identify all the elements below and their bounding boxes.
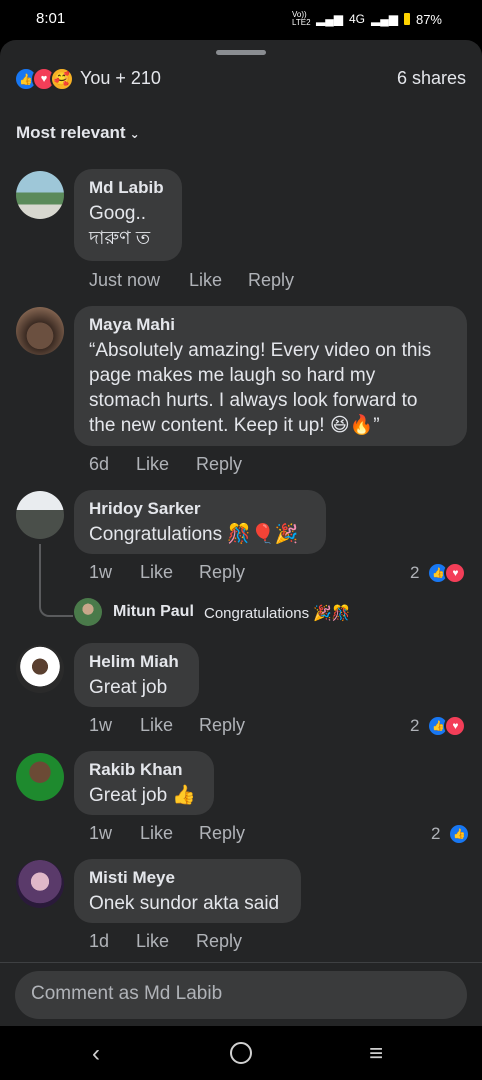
comment-time: 1w: [89, 562, 113, 582]
reaction-count: 2: [431, 824, 441, 843]
sort-label: Most relevant: [16, 123, 126, 142]
comment-input[interactable]: Comment as Md Labib: [15, 971, 467, 1019]
comment-author[interactable]: Md Labib: [89, 177, 167, 199]
comment-time: 6d: [89, 454, 110, 474]
reply-button[interactable]: Reply: [199, 562, 245, 583]
comment-text: Great job 👍: [89, 785, 197, 806]
network-label: 4G: [348, 12, 365, 26]
like-button[interactable]: Like: [140, 562, 173, 583]
comment-author[interactable]: Misti Meye: [89, 867, 286, 889]
shares-count[interactable]: 6 shares: [397, 68, 466, 89]
reply-button[interactable]: Reply: [196, 931, 242, 952]
comment-time: 1w: [89, 823, 113, 843]
comment-text: stomach hurts. I always look forward to: [89, 390, 418, 411]
reply-button[interactable]: Reply: [248, 270, 294, 291]
comment-author[interactable]: Maya Mahi: [89, 314, 452, 336]
status-bar: 8:01 Vo)) LTE2 ▂▄▆ 4G ▂▄▆ 87%: [0, 0, 482, 40]
reaction-count: 2: [410, 716, 420, 735]
reactions-summary[interactable]: You + 210: [80, 68, 161, 89]
comment-time: Just now: [89, 270, 161, 290]
comments-sheet: 👍 ♥ 🥰 You + 210 6 shares Most relevant ⌄ …: [0, 40, 482, 1026]
comment-author[interactable]: Helim Miah: [89, 651, 184, 673]
chevron-down-icon: ⌄: [129, 127, 140, 141]
comment-bubble[interactable]: Maya Mahi “Absolutely amazing! Every vid…: [74, 306, 467, 446]
home-icon[interactable]: [230, 1042, 252, 1064]
reaction-icons[interactable]: 👍 ♥ 🥰: [14, 67, 74, 91]
comment-text: the new content. Keep it up! 😆🔥”: [89, 415, 380, 436]
reply-button[interactable]: Reply: [199, 715, 245, 736]
system-nav-bar: ‹ ≡: [0, 1026, 482, 1080]
avatar[interactable]: [16, 171, 64, 219]
comment-text: page makes me laugh so hard my: [89, 365, 376, 386]
comment-reaction-count[interactable]: 2 👍: [431, 823, 471, 845]
reply-author[interactable]: Mitun Paul: [113, 603, 194, 621]
comment-reaction-count[interactable]: 2 👍 ♥: [410, 562, 467, 584]
comment-input-placeholder: Comment as Md Labib: [31, 983, 223, 1004]
avatar[interactable]: [16, 753, 64, 801]
comment-time: 1w: [89, 715, 113, 735]
avatar[interactable]: [16, 645, 64, 693]
like-icon: 👍: [448, 823, 471, 845]
reply-thread-line: [39, 544, 73, 617]
signal-icon: ▂▄▆: [316, 12, 343, 26]
reply-button[interactable]: Reply: [196, 454, 242, 475]
drag-handle[interactable]: [216, 50, 266, 55]
care-icon: 🥰: [50, 67, 74, 91]
carrier-label: Vo)) LTE2: [292, 10, 311, 27]
comment-reaction-count[interactable]: 2 👍 ♥: [410, 715, 467, 737]
avatar[interactable]: [16, 307, 64, 355]
reply-button[interactable]: Reply: [199, 823, 245, 844]
avatar[interactable]: [16, 860, 64, 908]
like-button[interactable]: Like: [140, 715, 173, 736]
recents-icon[interactable]: ≡: [369, 1040, 383, 1068]
comment-text: Congratulations 🎊🎈🎉: [89, 524, 299, 545]
signal-icon-2: ▂▄▆: [371, 12, 398, 26]
back-icon[interactable]: ‹: [92, 1040, 100, 1068]
comment-time: 1d: [89, 931, 110, 951]
like-button[interactable]: Like: [140, 823, 173, 844]
comment-text: Goog..: [89, 203, 147, 224]
comment-bubble[interactable]: Helim Miah Great job: [74, 643, 199, 707]
comment-bubble[interactable]: Md Labib Goog.. দারুণ ত: [74, 169, 182, 261]
reaction-count: 2: [410, 563, 420, 582]
love-icon: ♥: [444, 715, 467, 737]
like-button[interactable]: Like: [189, 270, 222, 291]
battery-label: 87%: [415, 11, 442, 27]
love-icon: ♥: [444, 562, 467, 584]
sort-dropdown[interactable]: Most relevant ⌄: [16, 123, 140, 143]
composer-divider: [0, 962, 482, 963]
comment-text: “Absolutely amazing! Every video on this: [89, 340, 432, 361]
like-button[interactable]: Like: [136, 454, 169, 475]
comment-author[interactable]: Rakib Khan: [89, 759, 199, 781]
comment-text: Great job: [89, 677, 168, 698]
comment-bubble[interactable]: Hridoy Sarker Congratulations 🎊🎈🎉: [74, 490, 326, 554]
avatar[interactable]: [74, 598, 102, 626]
status-time: 8:01: [36, 10, 66, 27]
comment-author[interactable]: Hridoy Sarker: [89, 498, 311, 520]
status-icons: Vo)) LTE2 ▂▄▆ 4G ▂▄▆ 87%: [292, 11, 442, 27]
comment-text: দারুণ ত: [89, 228, 151, 249]
like-button[interactable]: Like: [136, 931, 169, 952]
battery-icon: [403, 13, 410, 25]
reply-text[interactable]: Congratulations 🎉🎊: [204, 604, 351, 622]
avatar[interactable]: [16, 491, 64, 539]
comment-text: Onek sundor akta said: [89, 893, 280, 914]
comment-bubble[interactable]: Rakib Khan Great job 👍: [74, 751, 214, 815]
comment-bubble[interactable]: Misti Meye Onek sundor akta said: [74, 859, 301, 923]
